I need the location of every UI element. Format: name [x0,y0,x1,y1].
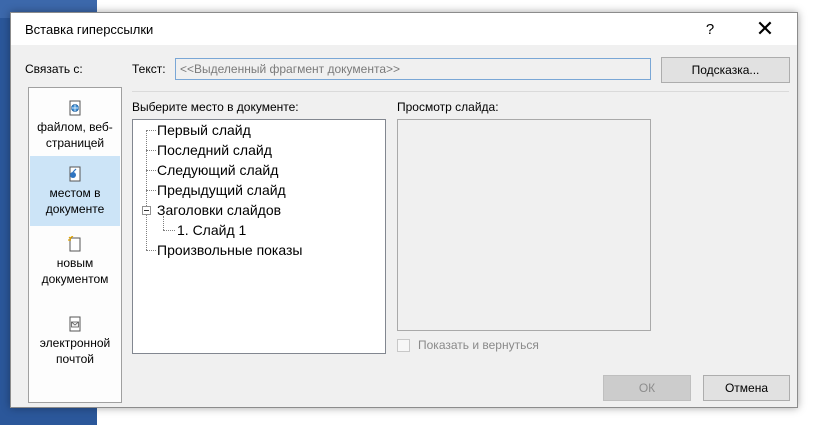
collapse-toggle-icon[interactable] [142,206,151,215]
ok-button[interactable]: ОК [603,375,691,401]
close-button[interactable]: ✕ [742,13,788,45]
tree-item-last-slide[interactable]: Последний слайд [157,141,272,159]
link-item-new-document[interactable]: новым документом [30,234,120,298]
slide-preview-label: Просмотр слайда: [397,100,499,114]
tree-item-previous-slide[interactable]: Предыдущий слайд [157,181,286,199]
link-item-web-page-label: файлом, веб-страницей [37,120,113,150]
cancel-button[interactable]: Отмена [703,375,790,401]
web-page-icon [69,100,81,116]
slide-preview-pane [397,119,651,331]
document-place-tree[interactable]: Первый слайд Последний слайд Следующий с… [132,119,386,354]
link-item-email-label: электронной почтой [39,336,111,366]
tree-connector [146,190,156,191]
separator [132,91,789,92]
new-document-icon [68,236,81,252]
tree-connector [163,230,175,231]
screentip-button[interactable]: Подсказка... [661,57,790,83]
select-place-label: Выберите место в документе: [132,100,299,114]
show-and-return-label: Показать и вернуться [418,338,539,352]
close-icon: ✕ [755,16,775,41]
tree-connector [146,250,156,251]
tree-item-slide-titles[interactable]: Заголовки слайдов [157,201,281,219]
tree-item-slide-1[interactable]: 1. Слайд 1 [177,221,246,239]
link-item-place-label: местом в документе [45,186,105,216]
tree-connector [146,150,156,151]
place-in-document-icon [69,166,81,182]
link-item-new-document-label: новым документом [41,256,109,286]
tree-item-first-slide[interactable]: Первый слайд [157,121,251,139]
tree-item-custom-shows[interactable]: Произвольные показы [157,241,302,259]
tree-item-next-slide[interactable]: Следующий слайд [157,161,278,179]
link-item-web-page[interactable]: файлом, веб-страницей [30,94,120,158]
dialog-title: Вставка гиперссылки [25,22,154,37]
link-item-email[interactable]: электронной почтой [30,314,120,378]
text-to-display-label: Текст: [132,62,166,76]
link-to-bar: файлом, веб-страницей местом в документе… [28,87,122,403]
link-to-label: Связать с: [25,62,83,76]
link-item-place-in-document[interactable]: местом в документе [30,156,120,226]
email-icon [69,316,81,332]
help-icon: ? [705,20,715,38]
insert-hyperlink-dialog: Вставка гиперссылки ? ✕ Связать с: файло… [10,12,798,408]
tree-connector [146,130,156,131]
text-to-display-input[interactable]: <<Выделенный фрагмент документа>> [175,58,651,80]
show-and-return-checkbox[interactable] [397,338,410,352]
tree-connector [146,170,156,171]
title-bar: Вставка гиперссылки ? ✕ [11,13,797,45]
show-and-return-option[interactable]: Показать и вернуться [397,338,539,352]
help-button[interactable]: ? [687,13,733,45]
